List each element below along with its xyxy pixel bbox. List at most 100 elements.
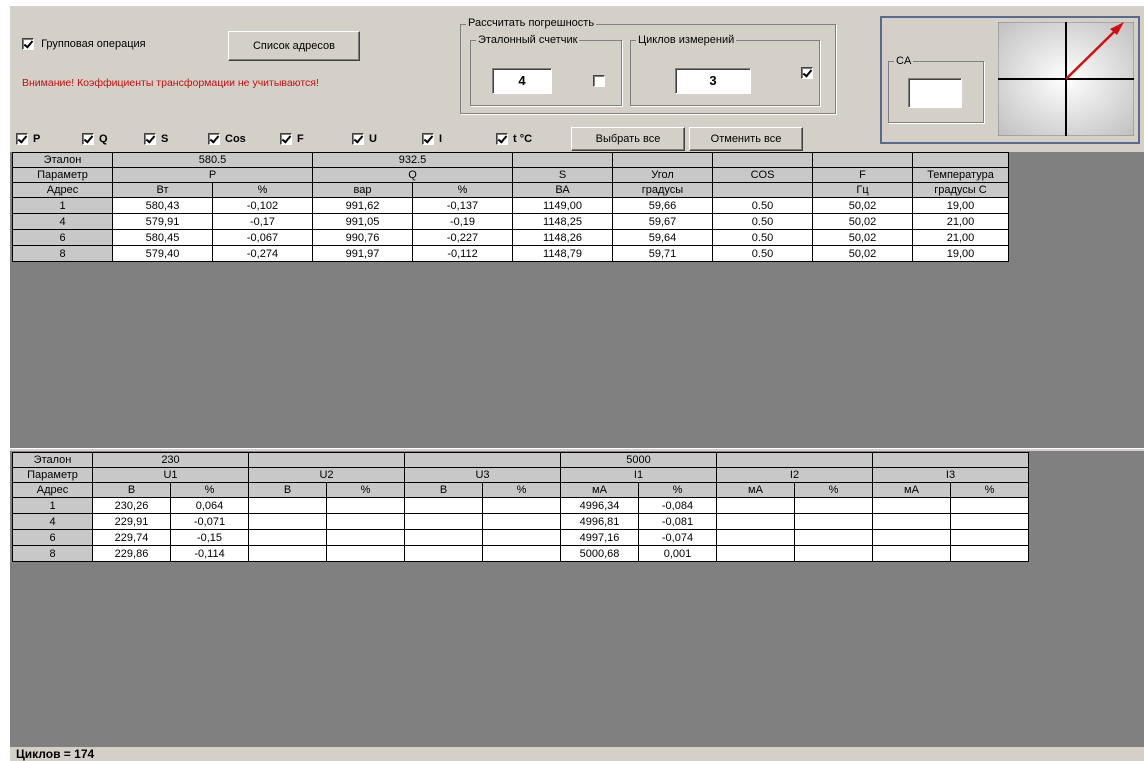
cell-empty[interactable] (716, 545, 795, 562)
filter-check-icon[interactable] (82, 133, 94, 146)
filter-checkbox-7[interactable]: t °C (496, 133, 532, 146)
cell-empty[interactable] (404, 513, 483, 530)
cell-empty[interactable] (482, 545, 561, 562)
ca-field[interactable] (908, 78, 962, 108)
cycles-checkbox[interactable] (801, 67, 814, 80)
filter-checkbox-1[interactable]: Q (82, 133, 108, 146)
cell-q-pct[interactable]: -0,137 (412, 197, 513, 214)
cell-i1[interactable]: 5000,68 (560, 545, 639, 562)
filter-checkbox-6[interactable]: I (422, 133, 442, 146)
cell-angle[interactable]: 59,71 (612, 245, 713, 262)
cell-empty[interactable] (326, 513, 405, 530)
cell-q-pct[interactable]: -0,19 (412, 213, 513, 230)
table-row[interactable]: 8 229,86 -0,114 5000,68 0,001 (12, 545, 1029, 562)
cancel-all-button[interactable]: Отменить все (689, 127, 803, 151)
cell-empty[interactable] (326, 497, 405, 514)
filter-check-icon[interactable] (16, 133, 28, 146)
cell-angle[interactable]: 59,67 (612, 213, 713, 230)
filter-check-icon[interactable] (280, 133, 292, 146)
table-row[interactable]: 6 229,74 -0,15 4997,16 -0,074 (12, 529, 1029, 546)
cell-addr[interactable]: 4 (12, 213, 113, 230)
address-list-button[interactable]: Список адресов (228, 31, 360, 61)
cell-q-pct[interactable]: -0,112 (412, 245, 513, 262)
cell-temp[interactable]: 19,00 (912, 197, 1009, 214)
cell-empty[interactable] (248, 545, 327, 562)
cell-p[interactable]: 579,40 (112, 245, 213, 262)
cell-u1[interactable]: 230,26 (92, 497, 171, 514)
filter-checkbox-5[interactable]: U (352, 133, 377, 146)
filter-check-icon[interactable] (144, 133, 156, 146)
cell-p-pct[interactable]: -0,17 (212, 213, 313, 230)
cell-cos[interactable]: 0.50 (712, 245, 813, 262)
cell-empty[interactable] (482, 529, 561, 546)
group-operation-check-icon[interactable] (22, 38, 34, 51)
cell-addr[interactable]: 1 (12, 497, 93, 514)
filter-checkbox-2[interactable]: S (144, 133, 168, 146)
cell-f[interactable]: 50,02 (812, 213, 913, 230)
filter-checkbox-3[interactable]: Cos (208, 133, 246, 146)
cell-s[interactable]: 1148,25 (512, 213, 613, 230)
cell-addr[interactable]: 8 (12, 545, 93, 562)
cycles-field[interactable]: 3 (675, 68, 751, 94)
cell-empty[interactable] (794, 497, 873, 514)
cell-empty[interactable] (248, 529, 327, 546)
filter-check-icon[interactable] (208, 133, 220, 146)
cell-i1-pct[interactable]: -0,074 (638, 529, 717, 546)
cell-i1[interactable]: 4997,16 (560, 529, 639, 546)
cell-q[interactable]: 991,97 (312, 245, 413, 262)
filter-check-icon[interactable] (422, 133, 434, 146)
cell-cos[interactable]: 0.50 (712, 197, 813, 214)
cell-f[interactable]: 50,02 (812, 229, 913, 246)
filter-checkbox-4[interactable]: F (280, 133, 304, 146)
cell-empty[interactable] (326, 529, 405, 546)
cell-temp[interactable]: 19,00 (912, 245, 1009, 262)
cell-p-pct[interactable]: -0,067 (212, 229, 313, 246)
cell-i1-pct[interactable]: 0,001 (638, 545, 717, 562)
cell-u1[interactable]: 229,91 (92, 513, 171, 530)
cell-p-pct[interactable]: -0,274 (212, 245, 313, 262)
table-row[interactable]: 8 579,40 -0,274 991,97 -0,112 1148,79 59,71 0.5… (12, 245, 1009, 262)
cell-empty[interactable] (248, 497, 327, 514)
cell-empty[interactable] (404, 529, 483, 546)
cell-empty[interactable] (872, 545, 951, 562)
cell-p[interactable]: 580,43 (112, 197, 213, 214)
cell-addr[interactable]: 1 (12, 197, 113, 214)
cell-addr[interactable]: 8 (12, 245, 113, 262)
group-operation-checkbox[interactable]: Групповая операция (22, 38, 146, 51)
cell-q[interactable]: 991,05 (312, 213, 413, 230)
cell-empty[interactable] (872, 497, 951, 514)
cell-temp[interactable]: 21,00 (912, 213, 1009, 230)
cell-i1[interactable]: 4996,34 (560, 497, 639, 514)
cell-f[interactable]: 50,02 (812, 245, 913, 262)
cell-s[interactable]: 1148,79 (512, 245, 613, 262)
cell-empty[interactable] (248, 513, 327, 530)
cell-u1-pct[interactable]: 0,064 (170, 497, 249, 514)
cell-addr[interactable]: 6 (12, 529, 93, 546)
cell-u1-pct[interactable]: -0,114 (170, 545, 249, 562)
cell-empty[interactable] (872, 513, 951, 530)
filter-checkbox-0[interactable]: P (16, 133, 40, 146)
cell-empty[interactable] (794, 545, 873, 562)
cell-empty[interactable] (716, 513, 795, 530)
cell-empty[interactable] (404, 545, 483, 562)
reference-meter-checkbox[interactable] (593, 75, 605, 88)
cell-empty[interactable] (482, 513, 561, 530)
select-all-button[interactable]: Выбрать все (571, 127, 685, 151)
table-row[interactable]: 6 580,45 -0,067 990,76 -0,227 1148,26 59,64 0.5… (12, 229, 1009, 246)
cell-p[interactable]: 580,45 (112, 229, 213, 246)
cell-q[interactable]: 991,62 (312, 197, 413, 214)
cell-u1[interactable]: 229,86 (92, 545, 171, 562)
cell-u1-pct[interactable]: -0,15 (170, 529, 249, 546)
cell-empty[interactable] (794, 529, 873, 546)
cell-empty[interactable] (794, 513, 873, 530)
reference-meter-field[interactable]: 4 (492, 68, 552, 94)
cell-temp[interactable]: 21,00 (912, 229, 1009, 246)
cell-cos[interactable]: 0.50 (712, 213, 813, 230)
power-grid[interactable]: Эталон 580.5 932.5 Параметр P Q S Угол C… (10, 152, 1144, 448)
cell-empty[interactable] (404, 497, 483, 514)
cell-i1-pct[interactable]: -0,081 (638, 513, 717, 530)
cell-addr[interactable]: 4 (12, 513, 93, 530)
table-row[interactable]: 1 230,26 0,064 4996,34 -0,084 (12, 497, 1029, 514)
cell-p[interactable]: 579,91 (112, 213, 213, 230)
cell-q-pct[interactable]: -0,227 (412, 229, 513, 246)
